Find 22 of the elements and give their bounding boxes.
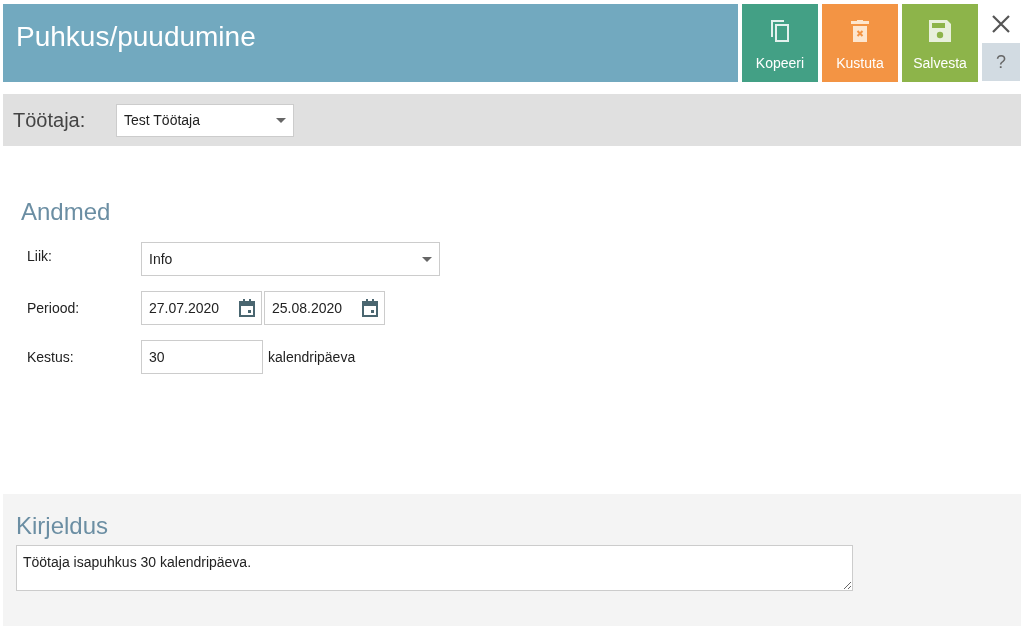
date-field[interactable]: 25.08.2020 — [264, 291, 385, 325]
copy-icon — [771, 20, 789, 42]
help-button[interactable]: ? — [982, 43, 1020, 81]
calendar-icon[interactable] — [362, 299, 378, 317]
trash-icon — [851, 20, 869, 42]
section-heading: Andmed — [21, 197, 112, 227]
calendar-icon[interactable] — [239, 299, 255, 317]
employee-select[interactable]: Test Töötaja — [116, 103, 294, 137]
duration-field[interactable]: 30 — [141, 340, 263, 374]
caret-icon — [422, 256, 432, 262]
section-heading: Kirjeldus — [16, 511, 110, 541]
date-field[interactable]: 27.07.2020 — [141, 291, 262, 325]
period-label: Periood: — [26, 298, 81, 318]
page-title: Puhkus/puudumine — [16, 21, 256, 52]
type-label: Liik: — [26, 246, 53, 266]
duration-label: Kestus: — [26, 347, 75, 367]
type-select[interactable]: Info — [141, 242, 440, 276]
description-field[interactable]: Töötaja isapuhkus 30 kalendripäeva. — [16, 545, 853, 591]
caret-icon — [276, 117, 286, 123]
duration-unit: kalendripäeva — [268, 347, 356, 367]
close-icon — [991, 13, 1011, 34]
employee-label: Töötaja: — [13, 108, 87, 133]
